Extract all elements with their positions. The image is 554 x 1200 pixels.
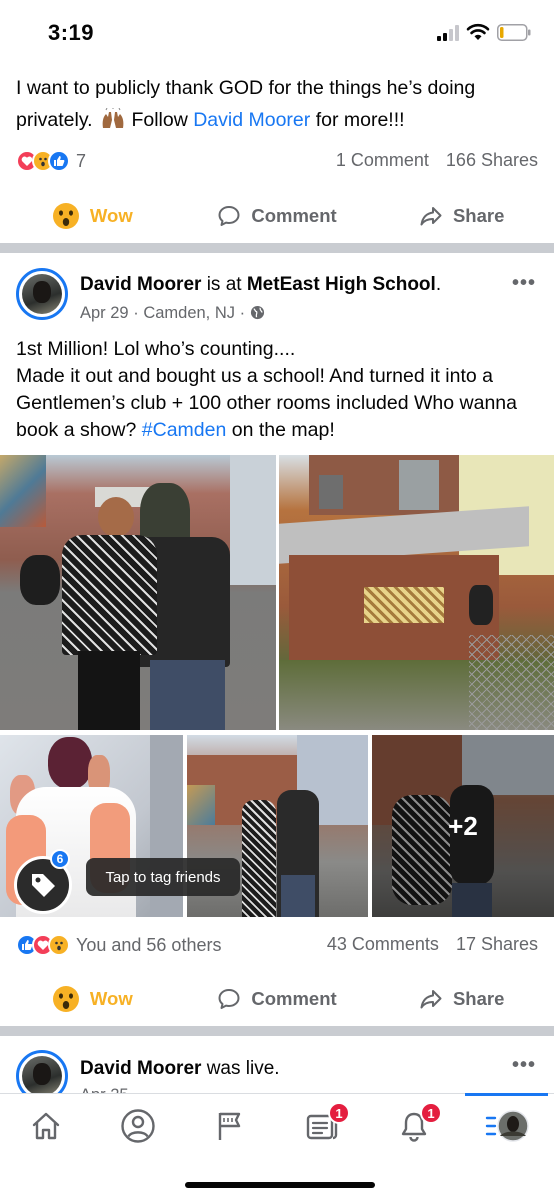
- reaction-summary[interactable]: 7: [16, 148, 86, 174]
- tab-notifications[interactable]: 1: [368, 1102, 460, 1146]
- menu-icon: [485, 1110, 529, 1142]
- raised-hands-emoji-icon: [102, 108, 124, 128]
- post-header-line: David Moorer is at MetEast High School.: [80, 274, 441, 296]
- hashtag-link[interactable]: #Camden: [142, 419, 227, 441]
- author-avatar[interactable]: [16, 268, 68, 320]
- post-text-line-2: Made it out and bought us a school! And …: [16, 363, 544, 444]
- post-options-button[interactable]: •••: [512, 272, 536, 295]
- post-body: 1st Million! Lol who’s counting.... Made…: [16, 336, 544, 444]
- feed-divider: [0, 243, 554, 253]
- next-post-options-button[interactable]: •••: [512, 1054, 536, 1077]
- next-post-header-line: David Moorer was live.: [80, 1058, 280, 1080]
- post-comments-count-link[interactable]: 43 Comments: [327, 934, 439, 954]
- wow-emoji-icon: [52, 986, 79, 1012]
- public-globe-icon: [250, 305, 264, 320]
- home-indicator: [185, 1182, 375, 1188]
- status-time: 3:19: [48, 20, 95, 45]
- comment-label: Comment: [251, 205, 337, 226]
- news-badge: 1: [328, 1102, 350, 1124]
- header-period: .: [435, 274, 442, 295]
- previous-post-stats[interactable]: 7 1 Comment 166 Shares: [16, 148, 538, 174]
- post-photo-1[interactable]: [0, 455, 276, 730]
- post-text-end: on the map!: [231, 419, 335, 441]
- comment-icon: [218, 206, 240, 226]
- share-icon: [420, 207, 442, 226]
- meta-separator: ·: [133, 304, 139, 322]
- tab-profile[interactable]: [92, 1106, 184, 1146]
- wow-label: Wow: [89, 988, 133, 1009]
- post-date-link[interactable]: Apr 29: [80, 304, 129, 322]
- tag-icon: [32, 874, 55, 897]
- tab-menu[interactable]: [462, 1106, 554, 1146]
- tab-home[interactable]: [0, 1106, 92, 1146]
- post-stats[interactable]: You and 56 others 43 Comments 17 Shares: [16, 932, 538, 958]
- active-tab-indicator: [465, 1093, 548, 1096]
- wifi-icon: [466, 23, 490, 40]
- post-text-line-1: 1st Million! Lol who’s counting....: [16, 338, 296, 360]
- comment-icon: [218, 989, 240, 1009]
- share-button[interactable]: Share: [369, 204, 554, 228]
- cellular-signal-icon: [437, 25, 459, 41]
- post-action-bar: Wow Comment Share: [0, 971, 554, 1027]
- tag-friends-tooltip[interactable]: Tap to tag friends: [86, 858, 240, 896]
- next-post-author-link[interactable]: David Moorer: [80, 1058, 201, 1079]
- comments-count-link[interactable]: 1 Comment: [336, 150, 429, 170]
- wow-reaction-button[interactable]: Wow: [0, 202, 185, 230]
- post-shares-count-link[interactable]: 17 Shares: [456, 934, 538, 954]
- previous-post-text: I want to publicly thank GOD for the thi…: [16, 72, 536, 136]
- next-post-action-text: was live.: [206, 1058, 280, 1079]
- profile-icon: [121, 1109, 155, 1143]
- share-label: Share: [452, 988, 505, 1009]
- wow-label: Wow: [89, 205, 133, 226]
- wow-reaction-button[interactable]: Wow: [0, 985, 185, 1013]
- shares-count-link[interactable]: 166 Shares: [446, 150, 538, 170]
- comment-button[interactable]: Comment: [185, 987, 370, 1011]
- battery-icon: [497, 24, 531, 41]
- is-at-text: is at: [206, 274, 242, 295]
- follow-word: Follow: [131, 109, 188, 131]
- wow-emoji-icon: [52, 203, 79, 229]
- meta-separator-2: ·: [239, 304, 246, 322]
- post-photo-2[interactable]: [279, 455, 554, 730]
- tab-pages[interactable]: [184, 1106, 276, 1146]
- reactions-text: You and 56 others: [76, 934, 222, 955]
- status-bar: 3:19: [0, 0, 554, 62]
- tag-count-badge: 6: [50, 849, 70, 869]
- wow-reaction-icon: [48, 934, 70, 956]
- previous-post-action-bar: Wow Comment Share: [0, 188, 554, 244]
- comment-label: Comment: [251, 988, 337, 1009]
- reaction-count: 7: [76, 150, 87, 171]
- post-location: Camden, NJ: [143, 304, 236, 322]
- follow-author-link[interactable]: David Moorer: [193, 109, 310, 131]
- place-link[interactable]: MetEast High School: [247, 274, 436, 295]
- notifications-badge: 1: [420, 1102, 442, 1124]
- post-meta: Apr 29 · Camden, NJ ·: [80, 304, 265, 323]
- post-photo-5[interactable]: +2: [372, 735, 554, 917]
- share-label: Share: [452, 205, 505, 226]
- share-button[interactable]: Share: [369, 987, 554, 1011]
- author-name-link[interactable]: David Moorer: [80, 274, 201, 295]
- home-icon: [32, 1112, 60, 1140]
- share-icon: [420, 990, 442, 1009]
- pages-flag-icon: [218, 1112, 241, 1140]
- comment-button[interactable]: Comment: [185, 204, 370, 228]
- post-reaction-summary[interactable]: You and 56 others: [16, 932, 221, 958]
- previous-post-text-end: for more!!!: [315, 109, 405, 131]
- feed-divider: [0, 1026, 554, 1036]
- like-reaction-icon: [48, 150, 70, 172]
- tab-news[interactable]: 1: [276, 1102, 368, 1146]
- more-photos-overlay[interactable]: +2: [372, 735, 554, 917]
